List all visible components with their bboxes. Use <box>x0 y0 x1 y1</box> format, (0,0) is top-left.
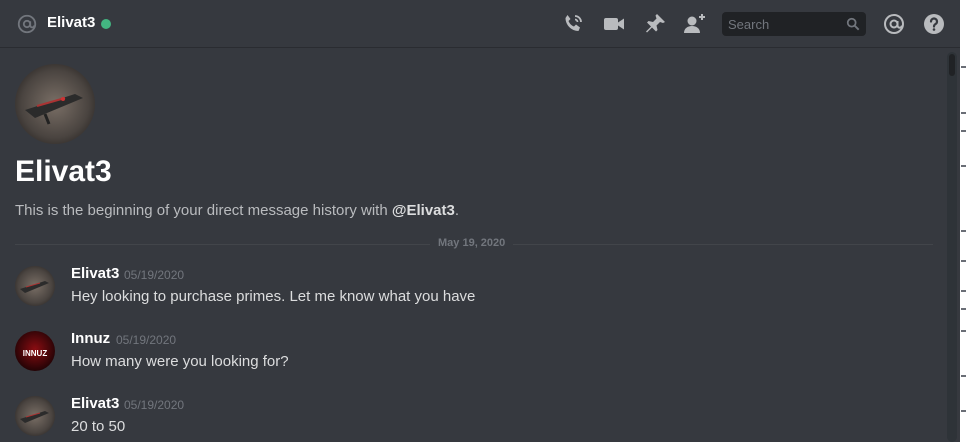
search-icon <box>846 17 860 31</box>
message-item: Elivat3 05/19/2020 20 to 50 <box>0 395 940 442</box>
message-author[interactable]: Elivat3 <box>71 265 119 282</box>
message-content: 20 to 50 <box>71 418 126 435</box>
author-avatar[interactable] <box>15 266 55 306</box>
at-icon <box>17 14 37 34</box>
start-voice-call-icon[interactable] <box>561 12 585 36</box>
scrollbar-track[interactable] <box>947 52 957 442</box>
add-friend-to-dm-icon[interactable] <box>683 12 707 36</box>
help-icon[interactable] <box>922 12 946 36</box>
avatar-text: INNUZ <box>23 349 48 358</box>
author-avatar[interactable]: INNUZ <box>15 331 55 371</box>
scrollbar-thumb[interactable] <box>949 54 955 76</box>
pinned-messages-icon[interactable] <box>643 12 667 36</box>
welcome-description: This is the beginning of your direct mes… <box>15 202 459 219</box>
online-status-indicator <box>101 19 111 29</box>
welcome-title: Elivat3 <box>15 155 112 188</box>
adjacent-window-edge <box>960 0 966 442</box>
author-avatar[interactable] <box>15 396 55 436</box>
recipient-avatar-large <box>15 64 95 144</box>
date-divider-label: May 19, 2020 <box>430 237 514 249</box>
message-content: Hey looking to purchase primes. Let me k… <box>71 288 476 305</box>
message-content: How many were you looking for? <box>71 353 289 370</box>
message-timestamp: 05/19/2020 <box>116 333 177 347</box>
search-placeholder: Search <box>728 17 770 32</box>
recipient-mention[interactable]: @Elivat3 <box>392 202 455 219</box>
message-timestamp: 05/19/2020 <box>124 398 185 412</box>
message-item: INNUZ Innuz 05/19/2020 How many were you… <box>0 330 940 391</box>
mentions-icon[interactable] <box>882 12 906 36</box>
message-timestamp: 05/19/2020 <box>124 268 185 282</box>
start-video-call-icon[interactable] <box>602 12 626 36</box>
welcome-text-suffix: . <box>454 202 460 219</box>
dm-recipient-name: Elivat3 <box>47 14 96 31</box>
message-author[interactable]: Innuz <box>71 330 110 347</box>
dm-header: Elivat3 Search <box>0 0 960 48</box>
message-author[interactable]: Elivat3 <box>71 395 119 412</box>
welcome-text-prefix: This is the beginning of your direct mes… <box>15 202 392 219</box>
message-item: Elivat3 05/19/2020 Hey looking to purcha… <box>0 265 940 326</box>
search-input[interactable]: Search <box>722 12 866 36</box>
